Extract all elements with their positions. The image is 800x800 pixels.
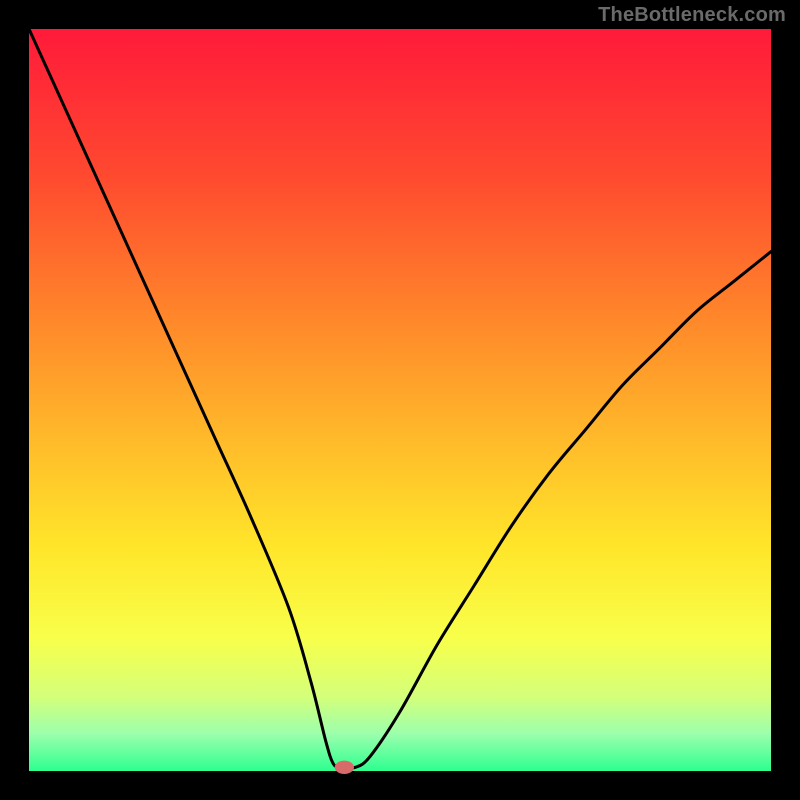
plot-background bbox=[29, 29, 771, 771]
bottleneck-chart bbox=[0, 0, 800, 800]
chart-frame: TheBottleneck.com bbox=[0, 0, 800, 800]
watermark-text: TheBottleneck.com bbox=[598, 4, 786, 27]
optimum-marker bbox=[335, 761, 354, 774]
